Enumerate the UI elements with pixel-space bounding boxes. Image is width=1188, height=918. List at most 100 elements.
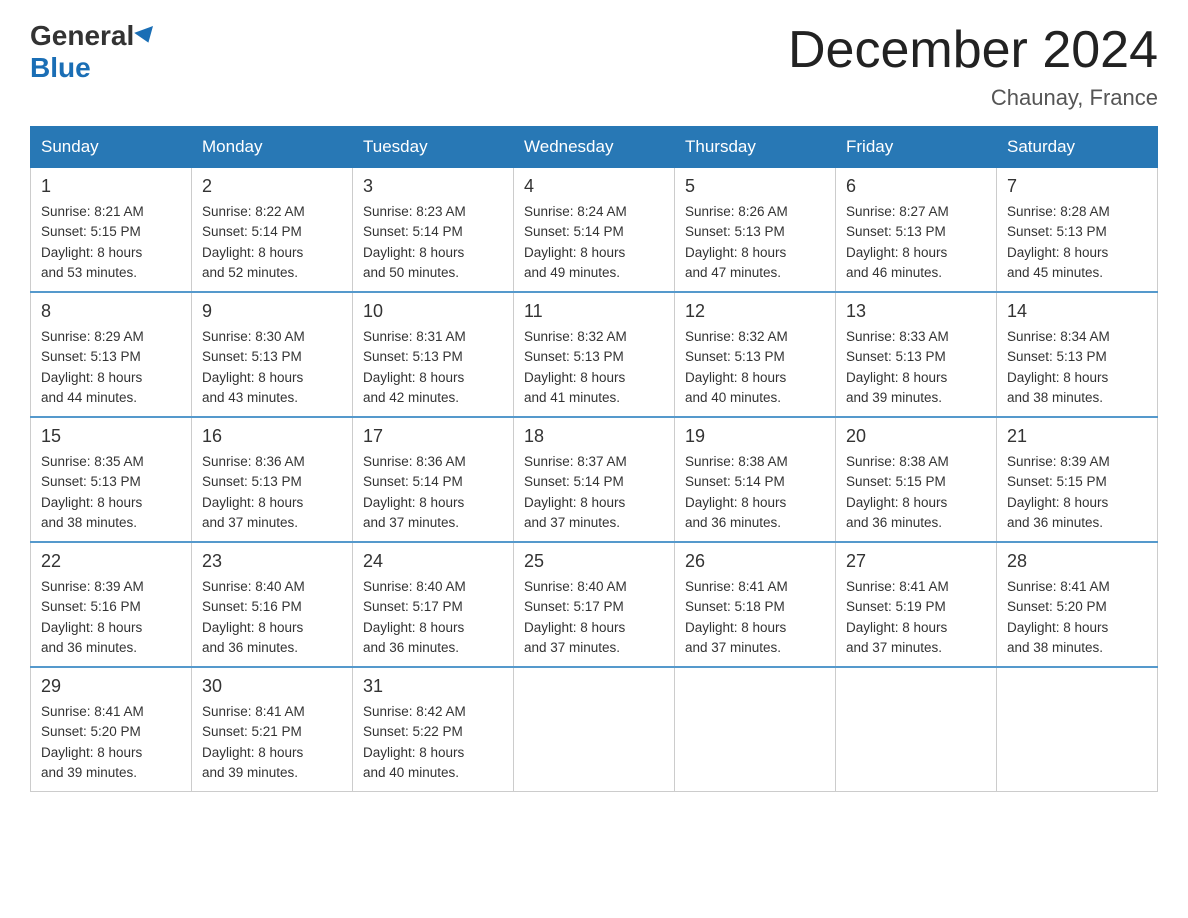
day-number: 22 xyxy=(41,551,181,572)
day-cell: 25 Sunrise: 8:40 AM Sunset: 5:17 PM Dayl… xyxy=(514,542,675,667)
day-cell: 5 Sunrise: 8:26 AM Sunset: 5:13 PM Dayli… xyxy=(675,168,836,293)
day-cell: 26 Sunrise: 8:41 AM Sunset: 5:18 PM Dayl… xyxy=(675,542,836,667)
day-cell xyxy=(675,667,836,792)
day-cell xyxy=(836,667,997,792)
weekday-header-saturday: Saturday xyxy=(997,127,1158,168)
day-cell: 12 Sunrise: 8:32 AM Sunset: 5:13 PM Dayl… xyxy=(675,292,836,417)
day-info: Sunrise: 8:38 AM Sunset: 5:15 PM Dayligh… xyxy=(846,452,986,533)
day-cell: 1 Sunrise: 8:21 AM Sunset: 5:15 PM Dayli… xyxy=(31,168,192,293)
day-info: Sunrise: 8:39 AM Sunset: 5:15 PM Dayligh… xyxy=(1007,452,1147,533)
day-info: Sunrise: 8:33 AM Sunset: 5:13 PM Dayligh… xyxy=(846,327,986,408)
day-info: Sunrise: 8:24 AM Sunset: 5:14 PM Dayligh… xyxy=(524,202,664,283)
day-info: Sunrise: 8:30 AM Sunset: 5:13 PM Dayligh… xyxy=(202,327,342,408)
day-number: 28 xyxy=(1007,551,1147,572)
day-info: Sunrise: 8:40 AM Sunset: 5:16 PM Dayligh… xyxy=(202,577,342,658)
logo: General Blue xyxy=(30,20,156,84)
day-info: Sunrise: 8:27 AM Sunset: 5:13 PM Dayligh… xyxy=(846,202,986,283)
day-number: 10 xyxy=(363,301,503,322)
day-number: 3 xyxy=(363,176,503,197)
day-cell: 11 Sunrise: 8:32 AM Sunset: 5:13 PM Dayl… xyxy=(514,292,675,417)
day-cell: 30 Sunrise: 8:41 AM Sunset: 5:21 PM Dayl… xyxy=(192,667,353,792)
week-row-5: 29 Sunrise: 8:41 AM Sunset: 5:20 PM Dayl… xyxy=(31,667,1158,792)
day-cell: 15 Sunrise: 8:35 AM Sunset: 5:13 PM Dayl… xyxy=(31,417,192,542)
day-info: Sunrise: 8:36 AM Sunset: 5:13 PM Dayligh… xyxy=(202,452,342,533)
day-number: 29 xyxy=(41,676,181,697)
logo-triangle-icon xyxy=(134,26,158,46)
day-number: 24 xyxy=(363,551,503,572)
day-info: Sunrise: 8:41 AM Sunset: 5:18 PM Dayligh… xyxy=(685,577,825,658)
weekday-header-friday: Friday xyxy=(836,127,997,168)
day-number: 15 xyxy=(41,426,181,447)
day-number: 8 xyxy=(41,301,181,322)
day-cell: 23 Sunrise: 8:40 AM Sunset: 5:16 PM Dayl… xyxy=(192,542,353,667)
calendar-table: SundayMondayTuesdayWednesdayThursdayFrid… xyxy=(30,126,1158,792)
day-info: Sunrise: 8:40 AM Sunset: 5:17 PM Dayligh… xyxy=(363,577,503,658)
weekday-header-thursday: Thursday xyxy=(675,127,836,168)
day-info: Sunrise: 8:41 AM Sunset: 5:20 PM Dayligh… xyxy=(1007,577,1147,658)
day-number: 1 xyxy=(41,176,181,197)
day-number: 31 xyxy=(363,676,503,697)
day-info: Sunrise: 8:26 AM Sunset: 5:13 PM Dayligh… xyxy=(685,202,825,283)
day-number: 27 xyxy=(846,551,986,572)
day-info: Sunrise: 8:41 AM Sunset: 5:20 PM Dayligh… xyxy=(41,702,181,783)
day-cell: 8 Sunrise: 8:29 AM Sunset: 5:13 PM Dayli… xyxy=(31,292,192,417)
day-number: 12 xyxy=(685,301,825,322)
day-number: 6 xyxy=(846,176,986,197)
day-number: 14 xyxy=(1007,301,1147,322)
logo-blue-text: Blue xyxy=(30,52,91,84)
weekday-header-row: SundayMondayTuesdayWednesdayThursdayFrid… xyxy=(31,127,1158,168)
day-cell: 19 Sunrise: 8:38 AM Sunset: 5:14 PM Dayl… xyxy=(675,417,836,542)
day-info: Sunrise: 8:34 AM Sunset: 5:13 PM Dayligh… xyxy=(1007,327,1147,408)
day-cell: 21 Sunrise: 8:39 AM Sunset: 5:15 PM Dayl… xyxy=(997,417,1158,542)
day-cell: 29 Sunrise: 8:41 AM Sunset: 5:20 PM Dayl… xyxy=(31,667,192,792)
weekday-header-wednesday: Wednesday xyxy=(514,127,675,168)
day-info: Sunrise: 8:41 AM Sunset: 5:19 PM Dayligh… xyxy=(846,577,986,658)
day-cell: 28 Sunrise: 8:41 AM Sunset: 5:20 PM Dayl… xyxy=(997,542,1158,667)
day-cell: 6 Sunrise: 8:27 AM Sunset: 5:13 PM Dayli… xyxy=(836,168,997,293)
page-header: General Blue December 2024 Chaunay, Fran… xyxy=(30,20,1158,111)
day-number: 25 xyxy=(524,551,664,572)
day-info: Sunrise: 8:41 AM Sunset: 5:21 PM Dayligh… xyxy=(202,702,342,783)
day-info: Sunrise: 8:35 AM Sunset: 5:13 PM Dayligh… xyxy=(41,452,181,533)
day-number: 19 xyxy=(685,426,825,447)
title-section: December 2024 Chaunay, France xyxy=(788,20,1158,111)
weekday-header-monday: Monday xyxy=(192,127,353,168)
day-info: Sunrise: 8:38 AM Sunset: 5:14 PM Dayligh… xyxy=(685,452,825,533)
day-cell: 16 Sunrise: 8:36 AM Sunset: 5:13 PM Dayl… xyxy=(192,417,353,542)
day-info: Sunrise: 8:32 AM Sunset: 5:13 PM Dayligh… xyxy=(524,327,664,408)
day-number: 5 xyxy=(685,176,825,197)
day-info: Sunrise: 8:29 AM Sunset: 5:13 PM Dayligh… xyxy=(41,327,181,408)
day-cell xyxy=(514,667,675,792)
logo-general-text: General xyxy=(30,20,134,52)
day-number: 17 xyxy=(363,426,503,447)
day-info: Sunrise: 8:42 AM Sunset: 5:22 PM Dayligh… xyxy=(363,702,503,783)
day-info: Sunrise: 8:39 AM Sunset: 5:16 PM Dayligh… xyxy=(41,577,181,658)
day-info: Sunrise: 8:40 AM Sunset: 5:17 PM Dayligh… xyxy=(524,577,664,658)
day-cell: 18 Sunrise: 8:37 AM Sunset: 5:14 PM Dayl… xyxy=(514,417,675,542)
day-cell: 20 Sunrise: 8:38 AM Sunset: 5:15 PM Dayl… xyxy=(836,417,997,542)
day-number: 16 xyxy=(202,426,342,447)
week-row-1: 1 Sunrise: 8:21 AM Sunset: 5:15 PM Dayli… xyxy=(31,168,1158,293)
day-cell: 3 Sunrise: 8:23 AM Sunset: 5:14 PM Dayli… xyxy=(353,168,514,293)
day-number: 9 xyxy=(202,301,342,322)
day-number: 30 xyxy=(202,676,342,697)
day-number: 23 xyxy=(202,551,342,572)
day-cell: 24 Sunrise: 8:40 AM Sunset: 5:17 PM Dayl… xyxy=(353,542,514,667)
day-number: 11 xyxy=(524,301,664,322)
weekday-header-tuesday: Tuesday xyxy=(353,127,514,168)
day-info: Sunrise: 8:28 AM Sunset: 5:13 PM Dayligh… xyxy=(1007,202,1147,283)
day-cell: 22 Sunrise: 8:39 AM Sunset: 5:16 PM Dayl… xyxy=(31,542,192,667)
day-number: 26 xyxy=(685,551,825,572)
day-cell: 10 Sunrise: 8:31 AM Sunset: 5:13 PM Dayl… xyxy=(353,292,514,417)
location-label: Chaunay, France xyxy=(788,85,1158,111)
day-number: 2 xyxy=(202,176,342,197)
day-cell: 14 Sunrise: 8:34 AM Sunset: 5:13 PM Dayl… xyxy=(997,292,1158,417)
day-info: Sunrise: 8:32 AM Sunset: 5:13 PM Dayligh… xyxy=(685,327,825,408)
day-cell: 2 Sunrise: 8:22 AM Sunset: 5:14 PM Dayli… xyxy=(192,168,353,293)
weekday-header-sunday: Sunday xyxy=(31,127,192,168)
week-row-2: 8 Sunrise: 8:29 AM Sunset: 5:13 PM Dayli… xyxy=(31,292,1158,417)
day-number: 20 xyxy=(846,426,986,447)
day-cell: 13 Sunrise: 8:33 AM Sunset: 5:13 PM Dayl… xyxy=(836,292,997,417)
day-number: 18 xyxy=(524,426,664,447)
day-cell: 17 Sunrise: 8:36 AM Sunset: 5:14 PM Dayl… xyxy=(353,417,514,542)
